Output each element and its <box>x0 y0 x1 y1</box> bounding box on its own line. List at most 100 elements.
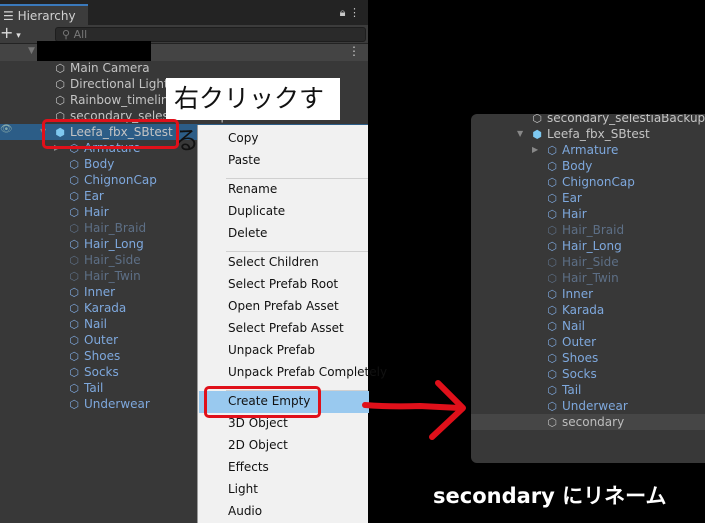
visibility-icon[interactable]: 👁︎ <box>0 124 13 135</box>
hierarchy-row[interactable]: ⬡ Shoes <box>545 350 598 366</box>
prefab-cube-icon: ⬡ <box>547 352 557 365</box>
add-button[interactable]: + ▾ <box>0 23 21 42</box>
hierarchy-row[interactable]: ⬡ Rainbow_timeline <box>53 92 176 108</box>
prefab-cube-icon: ⬡ <box>69 286 79 299</box>
hierarchy-row[interactable]: ⬡ Karada <box>67 300 126 316</box>
row-label: Armature <box>562 143 619 157</box>
menu-item[interactable]: Delete <box>228 226 267 240</box>
hierarchy-row[interactable]: ▶ ⬡ Armature <box>532 142 619 158</box>
hierarchy-row[interactable]: ⬡ secondary_selestiaBackup <box>530 114 705 126</box>
expand-arrow-icon[interactable]: ▶ <box>532 142 538 158</box>
prefab-cube-icon: ⬡ <box>69 238 79 251</box>
menu-item[interactable]: Unpack Prefab <box>228 343 315 357</box>
menu-item[interactable]: Select Children <box>228 255 319 269</box>
hierarchy-row[interactable]: ⬡ Underwear <box>545 398 628 414</box>
hierarchy-row[interactable]: ⬡ Hair_Braid <box>67 220 146 236</box>
prefab-cube-icon: ⬡ <box>69 350 79 363</box>
menu-item[interactable]: Paste <box>228 153 260 167</box>
hierarchy-row[interactable]: ⬡ Hair_Braid <box>545 222 624 238</box>
lock-icon[interactable]: 🔒︎ <box>340 6 346 19</box>
row-label: Outer <box>84 333 119 347</box>
menu-item[interactable]: Open Prefab Asset <box>228 299 339 313</box>
prefab-cube-icon: ⬡ <box>547 240 557 253</box>
prefab-cube-icon: ⬡ <box>69 206 79 219</box>
hierarchy-row[interactable]: ⬡ Hair_Long <box>545 238 622 254</box>
hierarchy-row[interactable]: ⬡ Inner <box>67 284 115 300</box>
hierarchy-row[interactable]: ⬡ secondary <box>545 414 624 430</box>
tab-label: Hierarchy <box>17 9 76 23</box>
menu-item[interactable]: Light <box>228 482 258 496</box>
menu-item[interactable]: Audio <box>228 504 262 518</box>
context-menu: Copy Paste Rename Duplicate Delete Select Chi… <box>197 125 387 523</box>
row-label: Inner <box>84 285 116 299</box>
hierarchy-row[interactable]: ⬡ Tail <box>545 382 581 398</box>
row-label: Hair_Twin <box>84 269 141 283</box>
prefab-cube-icon: ⬡ <box>69 318 79 331</box>
tab-hierarchy[interactable]: ☰ Hierarchy <box>0 4 88 25</box>
hierarchy-row[interactable]: ⬡ Body <box>545 158 592 174</box>
menu-item[interactable]: Duplicate <box>228 204 285 218</box>
menu-item[interactable]: 2D Object <box>228 438 288 452</box>
row-label: Body <box>84 157 115 171</box>
row-label: Tail <box>84 381 104 395</box>
prefab-cube-icon: ⬡ <box>547 384 557 397</box>
hierarchy-row[interactable]: ⬡ Socks <box>67 364 119 380</box>
hierarchy-row[interactable]: ⬡ Underwear <box>67 396 150 412</box>
menu-separator <box>226 178 368 179</box>
hierarchy-row[interactable]: ⬡ Karada <box>545 302 604 318</box>
row-label: Nail <box>84 317 107 331</box>
hierarchy-row[interactable]: ⬡ Shoes <box>67 348 120 364</box>
expand-arrow-icon[interactable]: ▼ <box>517 126 523 142</box>
more-icon[interactable]: ⋮ <box>348 44 360 58</box>
menu-item[interactable]: 3D Object <box>228 416 288 430</box>
hierarchy-row[interactable]: ⬡ Nail <box>67 316 107 332</box>
hierarchy-row[interactable]: ⬡ Hair_Side <box>67 252 140 268</box>
row-label: Hair_Braid <box>84 221 147 235</box>
prefab-cube-icon: ⬡ <box>55 94 65 107</box>
hierarchy-row[interactable]: ⬡ Hair_Twin <box>545 270 619 286</box>
menu-item[interactable]: Rename <box>228 182 277 196</box>
hierarchy-row[interactable]: ⬡ Tail <box>67 380 103 396</box>
hierarchy-row[interactable]: ⬡ Directional Light <box>53 76 168 92</box>
prefab-cube-icon: ⬡ <box>547 144 557 157</box>
hierarchy-row[interactable]: ⬡ Hair_Twin <box>67 268 141 284</box>
hierarchy-row[interactable]: ⬡ Ear <box>67 188 104 204</box>
hierarchy-row[interactable]: ⬡ Main Camera <box>53 60 149 76</box>
prefab-cube-icon: ⬡ <box>547 272 557 285</box>
menu-item[interactable]: Effects <box>228 460 269 474</box>
hierarchy-row[interactable]: ⬡ Body <box>67 156 114 172</box>
hierarchy-row[interactable]: ⬡ ChignonCap <box>67 172 157 188</box>
hierarchy-row[interactable]: ⬡ Socks <box>545 366 597 382</box>
prefab-cube-icon: ⬡ <box>55 78 65 91</box>
row-label: Underwear <box>84 397 150 411</box>
prefab-cube-icon: ⬡ <box>547 368 557 381</box>
hierarchy-row[interactable]: ⬡ Inner <box>545 286 593 302</box>
expand-arrow-icon[interactable]: ▼ <box>28 46 35 56</box>
list-icon: ☰ <box>3 9 18 23</box>
hierarchy-row[interactable]: ⬡ Hair <box>545 206 586 222</box>
menu-item[interactable]: Select Prefab Root <box>228 277 338 291</box>
more-icon[interactable]: ⋮ <box>349 6 360 19</box>
row-label: Ear <box>562 191 582 205</box>
hierarchy-row[interactable]: ⬡ ChignonCap <box>545 174 635 190</box>
hierarchy-row[interactable]: ⬡ Hair_Long <box>67 236 144 252</box>
prefab-cube-icon: ⬡ <box>547 256 557 269</box>
menu-item[interactable]: Copy <box>228 131 258 145</box>
row-label: Socks <box>84 365 119 379</box>
hierarchy-row[interactable]: ⬡ Hair <box>67 204 109 220</box>
search-input[interactable]: ⚲ All <box>55 27 366 42</box>
prefab-cube-icon: ⬡ <box>69 398 79 411</box>
hierarchy-row[interactable]: ⬡ Nail <box>545 318 585 334</box>
hierarchy-row[interactable]: ⬡ Outer <box>545 334 596 350</box>
menu-item[interactable]: Select Prefab Asset <box>228 321 344 335</box>
hierarchy-row[interactable]: ⬡ Outer <box>67 332 118 348</box>
hierarchy-row[interactable]: ▼ ⬢ Leefa_fbx_SBtest <box>517 126 650 142</box>
prefab-cube-icon: ⬡ <box>547 304 557 317</box>
row-label: Hair <box>84 205 109 219</box>
hierarchy-row[interactable]: ⬡ Hair_Side <box>545 254 618 270</box>
row-label: ChignonCap <box>84 173 157 187</box>
prefab-cube-icon: ⬢ <box>532 128 542 141</box>
hierarchy-row[interactable]: ⬡ Ear <box>545 190 582 206</box>
highlight-box-create-empty <box>204 386 321 418</box>
prefab-cube-icon: ⬡ <box>547 320 557 333</box>
